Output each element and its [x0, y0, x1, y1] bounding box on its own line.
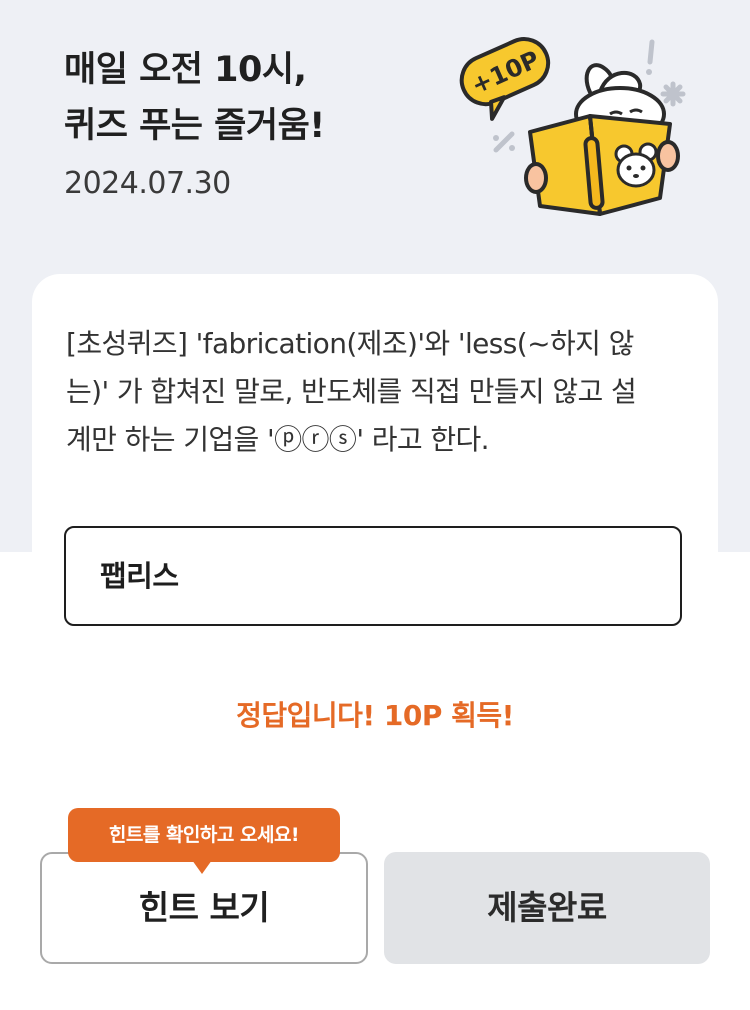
result-message: 정답입니다! 10P 획득! [236, 699, 514, 732]
question-line: 계만 하는 기업을 'ⓟⓡⓢ' 라고 한다. [66, 423, 490, 456]
submit-button-label: 제출완료 [487, 888, 607, 927]
hint-tooltip: 힌트를 확인하고 오세요! [68, 808, 340, 862]
right-paw [656, 140, 680, 172]
answer-value: 팹리스 [100, 559, 179, 593]
quiz-date: 2024.07.30 [64, 166, 231, 201]
title-line-1: 매일 오전 10시, [64, 50, 307, 90]
title-line-2: 퀴즈 푸는 즐거움! [64, 106, 325, 146]
hint-tooltip-text: 힌트를 확인하고 오세요! [108, 824, 300, 846]
tooltip-arrow-icon [192, 860, 212, 874]
answer-input[interactable]: 팹리스 [64, 526, 682, 626]
bunny-reading-book-illustration: +10P [459, 37, 686, 216]
quiz-question: [초성퀴즈] 'fabrication(제조)'와 'less(~하지 않 는)… [66, 320, 696, 464]
quiz-page: 매일 오전 10시, 퀴즈 푸는 즐거움! 2024.07.30 +10P [초… [0, 0, 750, 1010]
question-line: [초성퀴즈] 'fabrication(제조)'와 'less(~하지 않 [66, 327, 634, 360]
page-title: 매일 오전 10시, 퀴즈 푸는 즐거움! [64, 42, 325, 154]
question-line: 는)' 가 합쳐진 말로, 반도체를 직접 만들지 않고 설 [66, 375, 637, 408]
submit-complete-button[interactable]: 제출완료 [384, 852, 710, 964]
left-paw [524, 162, 548, 194]
points-badge: +10P [459, 37, 551, 121]
